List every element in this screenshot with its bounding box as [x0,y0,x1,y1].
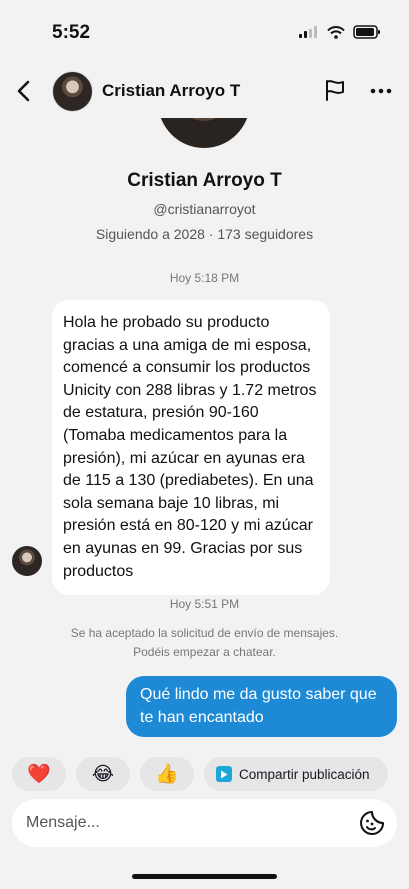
system-note: Se ha aceptado la solicitud de envío de … [0,624,409,662]
flag-icon [326,80,344,101]
sticker-button[interactable] [359,810,385,836]
timestamp: Hoy 5:51 PM [169,597,240,611]
home-indicator[interactable] [132,874,277,879]
status-bar: 5:52 [0,0,409,64]
share-post-label: Compartir publicación [239,766,370,782]
outgoing-message[interactable]: Qué lindo me da gusto saber que te han e… [126,676,397,737]
wifi-icon [327,25,345,39]
play-icon [216,766,232,782]
sticker-icon [360,811,384,835]
system-note-line: Podéis empezar a chatear. [133,645,276,659]
profile-stats: Siguiendo a 2028 · 173 seguidores [95,226,314,242]
profile-handle: @cristianarroyot [153,201,256,217]
header-avatar[interactable] [52,71,93,112]
message-input[interactable] [26,799,346,847]
report-button[interactable] [323,78,349,104]
status-icons [299,25,381,39]
thumbs-up-reaction-button[interactable]: 👍 [140,757,194,791]
message-composer [12,799,397,847]
timestamp: Hoy 5:18 PM [169,271,240,285]
quick-reactions: ❤️ 😂 👍 Compartir publicación [12,757,388,791]
system-note-line: Se ha aceptado la solicitud de envío de … [70,626,339,640]
status-time: 5:52 [52,22,91,43]
more-horizontal-icon [370,88,392,94]
more-button[interactable] [368,78,394,104]
laugh-reaction-button[interactable]: 😂 [76,757,130,791]
heart-icon: ❤️ [27,764,51,785]
chat-header: Cristian Arroyo T [0,64,409,118]
header-name[interactable]: Cristian Arroyo T [102,81,240,101]
incoming-message[interactable]: Hola he probado su producto gracias a un… [52,300,330,596]
chevron-left-icon [17,80,30,102]
share-post-button[interactable]: Compartir publicación [204,757,388,791]
laughing-face-icon: 😂 [91,763,115,785]
back-button[interactable] [10,76,36,106]
sender-avatar[interactable] [12,546,42,576]
profile-name: Cristian Arroyo T [127,170,282,191]
battery-icon [353,25,380,39]
thumbs-up-icon: 👍 [155,764,179,785]
signal-icon [299,26,317,38]
heart-reaction-button[interactable]: ❤️ [12,757,66,791]
